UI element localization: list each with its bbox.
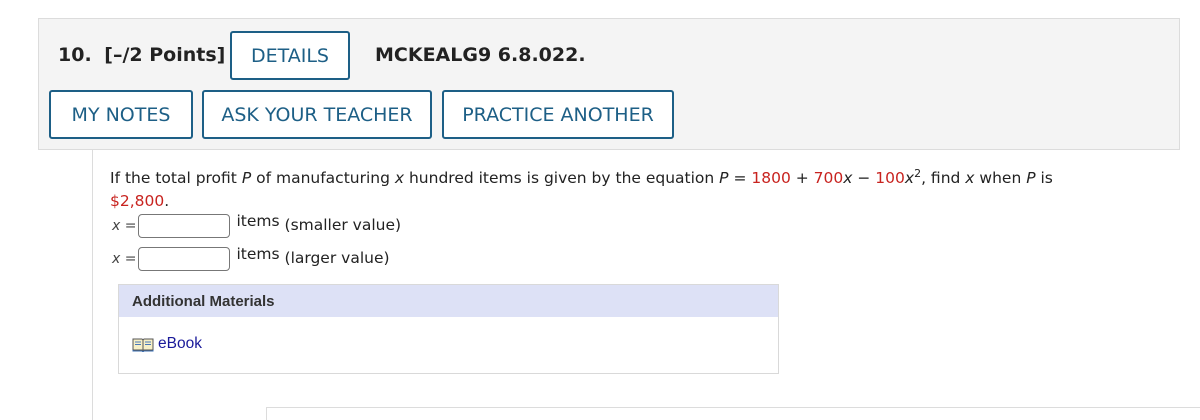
answer-variable-label: x = (112, 251, 137, 267)
ask-your-teacher-button[interactable]: ASK YOUR TEACHER (202, 90, 432, 139)
question-points: [–/2 Points] (104, 44, 226, 66)
ebook-link[interactable]: eBook (132, 335, 202, 353)
answer-suffix: items (smaller value) (236, 212, 402, 234)
problem-statement: If the total profit P of manufacturing x… (110, 167, 1053, 211)
practice-another-button[interactable]: PRACTICE ANOTHER (442, 90, 674, 139)
question-code: MCKEALG9 6.8.022. (375, 44, 586, 66)
content-left-border (92, 150, 93, 420)
next-panel-left-border (266, 407, 267, 420)
answer-row-larger: x = items (larger value) (112, 245, 390, 272)
question-number-points: 10. [–/2 Points] (58, 44, 225, 66)
answer-variable-label: x = (112, 218, 137, 234)
ebook-label[interactable]: eBook (158, 335, 202, 353)
profit-equation: P = 1800 + 700x − 100x2 (719, 167, 922, 188)
answer-suffix: items (larger value) (236, 245, 390, 267)
answer-input-smaller[interactable] (138, 214, 231, 238)
target-profit-value: $2,800 (110, 192, 165, 211)
my-notes-button[interactable]: MY NOTES (49, 90, 193, 139)
additional-materials-header: Additional Materials (119, 285, 778, 317)
next-panel-top-border (266, 407, 1200, 408)
answer-row-smaller: x = items (smaller value) (112, 212, 402, 239)
details-button[interactable]: DETAILS (230, 31, 350, 80)
question-number: 10. (58, 44, 92, 66)
book-icon (132, 338, 154, 352)
answer-input-larger[interactable] (138, 247, 231, 271)
additional-materials-panel: Additional Materials eBook (118, 284, 779, 374)
